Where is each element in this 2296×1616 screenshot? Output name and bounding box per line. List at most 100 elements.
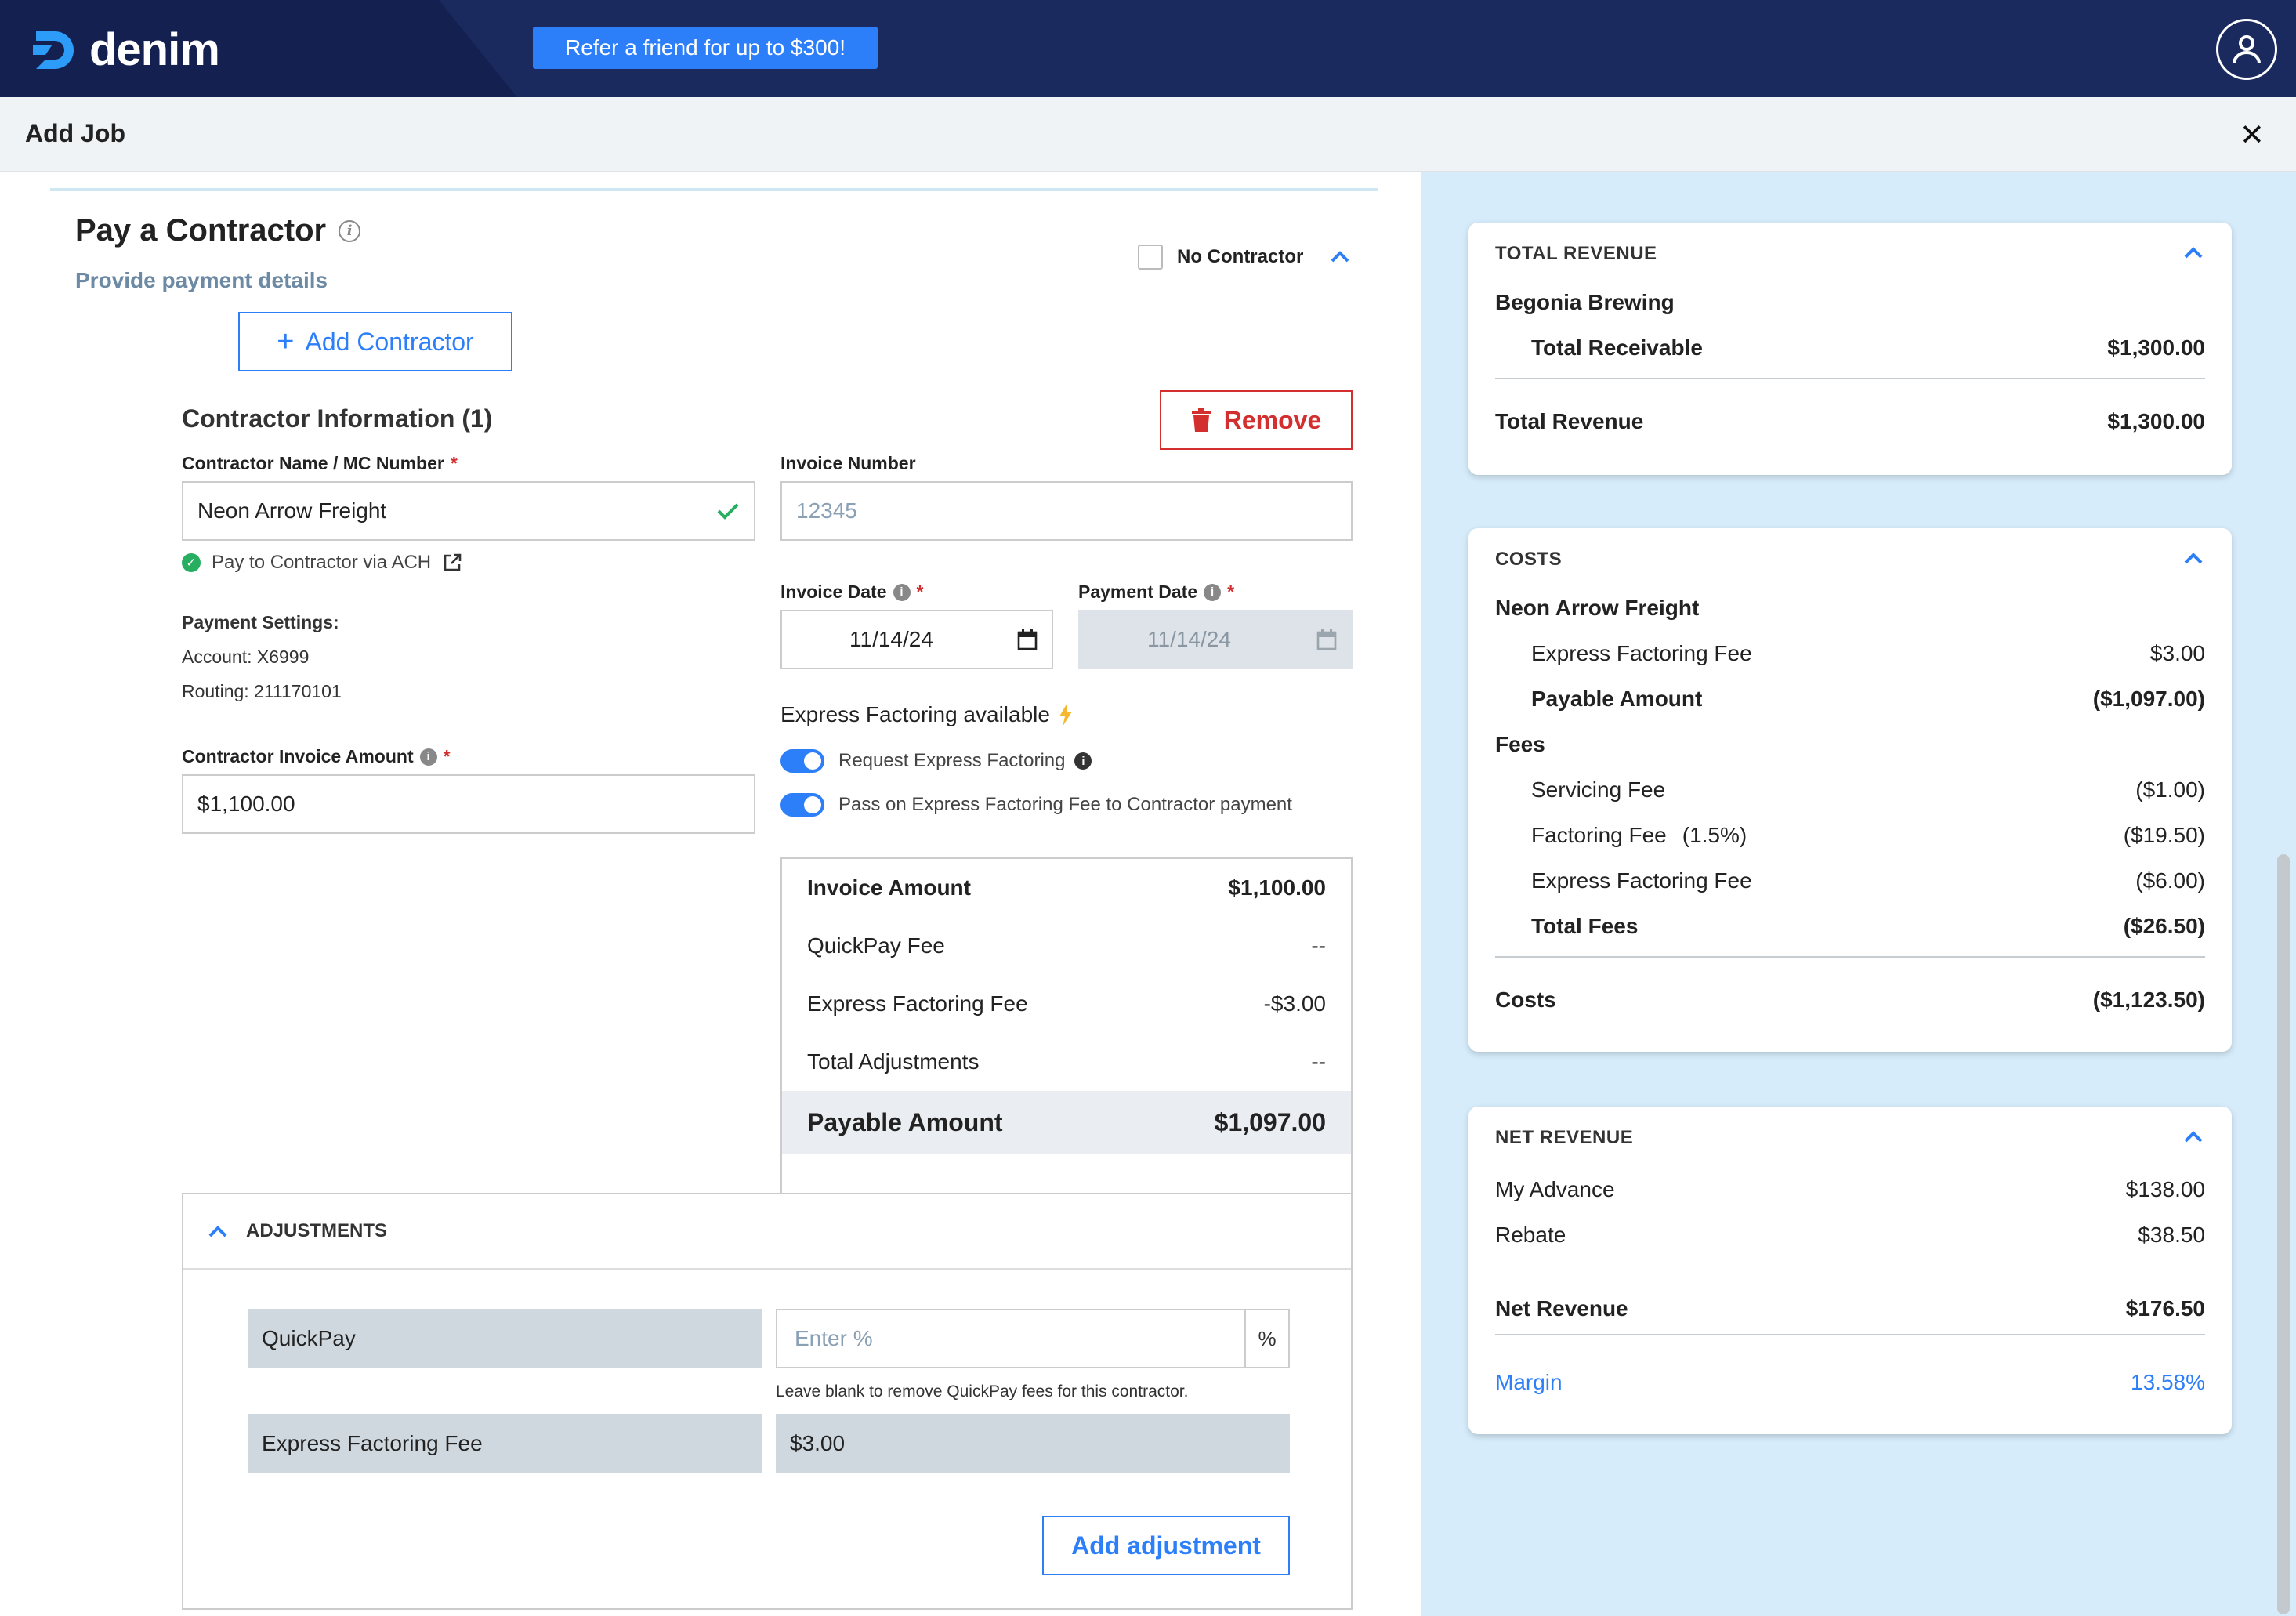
payable-amount-label: Payable Amount bbox=[807, 1107, 1003, 1136]
card-title: COSTS bbox=[1495, 549, 1563, 570]
contractor-name-text: Neon Arrow Freight bbox=[1495, 596, 1700, 620]
job-form-pane: Pay a Contractor i Provide payment detai… bbox=[0, 172, 1421, 1616]
costs-total-row: Costs ($1,123.50) bbox=[1495, 984, 2205, 1016]
close-icon[interactable]: ✕ bbox=[2240, 118, 2265, 153]
contractor-name-label-text: Contractor Name / MC Number bbox=[182, 453, 444, 473]
row-label: Costs bbox=[1495, 987, 1556, 1012]
adjustments-title: ADJUSTMENTS bbox=[246, 1220, 388, 1241]
adjustments-header[interactable]: ADJUSTMENTS bbox=[183, 1194, 1351, 1270]
contractor-name-label: Contractor Name / MC Number * bbox=[182, 453, 458, 474]
summary-row-label: Express Factoring Fee bbox=[807, 991, 1028, 1016]
payable-amount-value: $1,097.00 bbox=[1214, 1107, 1326, 1136]
customer-name-text: Begonia Brewing bbox=[1495, 290, 1675, 314]
net-revenue-row: Net Revenue $176.50 bbox=[1495, 1293, 2205, 1324]
brand-logo[interactable]: denim bbox=[31, 24, 220, 76]
plus-icon: + bbox=[277, 324, 295, 358]
add-contractor-button[interactable]: + Add Contractor bbox=[238, 312, 512, 371]
info-icon[interactable]: i bbox=[1204, 583, 1222, 601]
factoring-percent: (1.5%) bbox=[1682, 823, 1747, 847]
remove-label: Remove bbox=[1223, 405, 1322, 434]
payable-amount-row: Payable Amount $1,097.00 bbox=[782, 1091, 1351, 1154]
denim-logo-icon bbox=[33, 31, 74, 69]
divider bbox=[1495, 378, 2205, 379]
invoice-number-input[interactable]: 12345 bbox=[780, 481, 1353, 541]
contractor-name-value: Neon Arrow Freight bbox=[197, 498, 387, 523]
chevron-up-icon[interactable] bbox=[1328, 245, 1352, 269]
row-value: 13.58% bbox=[2131, 1370, 2205, 1394]
invoice-amount-input[interactable]: $1,100.00 bbox=[182, 774, 755, 834]
row-value: ($1,123.50) bbox=[2092, 987, 2205, 1012]
row-label: Factoring Fee bbox=[1531, 823, 1667, 847]
total-fees-row: Total Fees ($26.50) bbox=[1531, 911, 2205, 942]
invoice-date-input[interactable]: 11/14/24 bbox=[780, 610, 1053, 669]
advance-row: My Advance $138.00 bbox=[1495, 1174, 2205, 1205]
servicing-fee-row: Servicing Fee ($1.00) bbox=[1531, 774, 2205, 806]
chevron-up-icon[interactable] bbox=[2182, 547, 2205, 569]
refer-friend-button[interactable]: Refer a friend for up to $300! bbox=[533, 27, 878, 69]
add-contractor-label: Add Contractor bbox=[305, 327, 474, 356]
express-factoring-heading: Express Factoring available bbox=[780, 702, 1074, 727]
row-label: Total Revenue bbox=[1495, 409, 1644, 433]
invoice-amount-label-text: Contractor Invoice Amount bbox=[182, 746, 414, 766]
add-adjustment-button[interactable]: Add adjustment bbox=[1042, 1516, 1290, 1575]
required-marker: * bbox=[916, 582, 924, 602]
express-fee-row: Express Factoring Fee $3.00 bbox=[1531, 638, 2205, 669]
info-icon[interactable]: i bbox=[893, 583, 911, 601]
calendar-icon[interactable] bbox=[1017, 629, 1038, 650]
brand-name: denim bbox=[89, 24, 220, 75]
user-account-button[interactable] bbox=[2216, 19, 2277, 80]
summary-row-value: $1,100.00 bbox=[1228, 875, 1326, 900]
invoice-number-placeholder: 12345 bbox=[796, 498, 857, 523]
chevron-up-icon[interactable] bbox=[2182, 241, 2205, 263]
required-marker: * bbox=[443, 746, 451, 766]
margin-row: Margin 13.58% bbox=[1495, 1367, 2205, 1398]
info-icon[interactable]: i bbox=[419, 748, 437, 766]
pay-contractor-title: Pay a Contractor i bbox=[75, 213, 361, 248]
info-icon[interactable]: i bbox=[339, 219, 361, 242]
request-express-label: Request Express Factoring bbox=[838, 750, 1066, 771]
sidebar-scrollbar[interactable] bbox=[2277, 854, 2290, 1614]
payment-settings: Payment Settings: Account: X6999 Routing… bbox=[182, 605, 342, 708]
section-title-text: Pay a Contractor bbox=[75, 213, 327, 248]
total-receivable-row: Total Receivable $1,300.00 bbox=[1531, 332, 2205, 364]
rebate-row: Rebate $38.50 bbox=[1495, 1219, 2205, 1251]
request-express-row: Request Express Factoring i bbox=[780, 749, 1092, 773]
row-value: $3.00 bbox=[2149, 641, 2205, 665]
row-label: Express Factoring Fee bbox=[1531, 641, 1752, 665]
quickpay-placeholder: Enter % bbox=[795, 1326, 873, 1350]
express-fee-label: Express Factoring Fee bbox=[248, 1414, 762, 1473]
no-contractor-toggle: No Contractor bbox=[1138, 245, 1352, 270]
row-label: Total Fees bbox=[1531, 914, 1639, 938]
passon-fee-toggle[interactable] bbox=[780, 793, 824, 817]
remove-contractor-button[interactable]: Remove bbox=[1160, 390, 1353, 450]
ach-label: Pay to Contractor via ACH bbox=[212, 552, 432, 573]
row-label: My Advance bbox=[1495, 1177, 1615, 1201]
row-value: ($1.00) bbox=[2135, 777, 2205, 802]
invoice-date-label-text: Invoice Date bbox=[780, 582, 887, 602]
row-label: Rebate bbox=[1495, 1223, 1566, 1247]
row-value: $38.50 bbox=[2138, 1223, 2205, 1247]
summary-row: Express Factoring Fee -$3.00 bbox=[782, 975, 1351, 1033]
summary-row-label: Invoice Amount bbox=[807, 875, 971, 900]
quickpay-label: QuickPay bbox=[248, 1309, 762, 1368]
no-contractor-checkbox[interactable] bbox=[1138, 245, 1163, 270]
net-revenue-card: NET REVENUE My Advance $138.00 Rebate $3… bbox=[1468, 1107, 2232, 1434]
top-nav-bar: denim Refer a friend for up to $300! bbox=[0, 0, 2296, 97]
card-title: NET REVENUE bbox=[1495, 1127, 1634, 1148]
card-title: TOTAL REVENUE bbox=[1495, 243, 1657, 264]
summary-row: Invoice Amount $1,100.00 bbox=[782, 859, 1351, 917]
express-fee-value: $3.00 bbox=[776, 1414, 1290, 1473]
summary-row: Total Adjustments -- bbox=[782, 1033, 1351, 1091]
external-link-icon[interactable] bbox=[442, 553, 462, 573]
required-marker: * bbox=[1227, 582, 1235, 602]
info-icon[interactable]: i bbox=[1074, 752, 1092, 770]
row-value: ($6.00) bbox=[2135, 868, 2205, 893]
request-express-toggle[interactable] bbox=[780, 749, 824, 773]
contractor-name-input[interactable]: Neon Arrow Freight bbox=[182, 481, 755, 541]
quickpay-percent-input[interactable]: Enter % bbox=[776, 1309, 1246, 1368]
total-revenue-card: TOTAL REVENUE Begonia Brewing Total Rece… bbox=[1468, 223, 2232, 475]
payment-date-label: Payment Date i * bbox=[1078, 582, 1234, 603]
row-label: Total Receivable bbox=[1531, 335, 1703, 360]
row-value: ($1,097.00) bbox=[2092, 687, 2205, 711]
chevron-up-icon[interactable] bbox=[2182, 1125, 2205, 1147]
